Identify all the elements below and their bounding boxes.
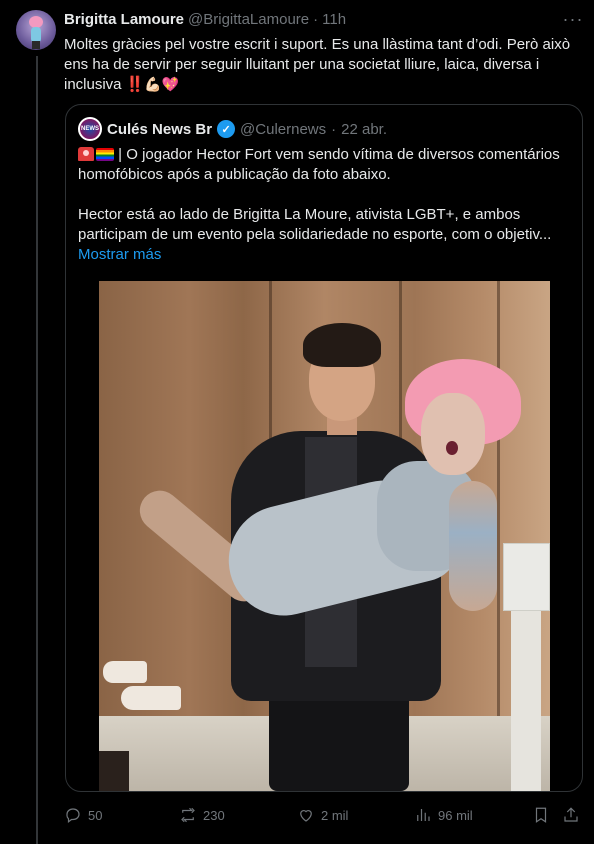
double-exclamation-emoji: ‼️ [125,76,145,93]
quoted-post-time: 22 abr. [341,120,388,138]
avatar-figure-legs [32,41,40,49]
photo-woman-mouth [446,441,458,455]
post-time[interactable]: 11h [322,11,346,28]
quoted-paragraph-2: Hector está ao lado de Brigitta La Moure… [78,206,552,243]
author-name[interactable]: Brigitta Lamoure [64,11,184,28]
like-count: 2 mil [321,807,349,823]
photo-shoe [103,661,147,683]
author-handle[interactable]: @BrigittaLamoure [188,11,309,28]
photo-woman-face [421,393,485,475]
sparkling-heart-emoji: 💖 [161,76,180,92]
quoted-separator: · [331,120,337,138]
share-button[interactable] [562,802,580,828]
repost-icon [179,806,197,824]
heart-icon [297,806,315,824]
quoted-post[interactable]: NEWS Culés News Br ✓ @Culernews · 22 abr… [65,104,583,792]
rainbow-flag-emoji [96,148,114,161]
repost-count: 230 [203,807,225,823]
quoted-author-handle: @Culernews [240,120,327,138]
reply-count: 50 [88,807,103,823]
post-text: Moltes gràcies pel vostre escrit i supor… [64,35,584,95]
repost-button[interactable]: 230 [179,802,225,828]
show-more-link[interactable]: Mostrar más [78,246,161,263]
views-count: 96 mil [438,807,473,823]
thread-line [36,56,38,844]
siren-emoji [78,147,94,161]
views-icon [414,806,432,824]
photo-man-hair [303,323,381,367]
quoted-paragraph-1: | O jogador Hector Fort vem sendo vítima… [78,146,560,183]
header-separator: · [313,11,319,28]
photo-shoe [121,686,181,710]
photo-dark-corner [99,751,129,791]
flexed-arm-emoji: 💪🏻 [144,76,162,92]
bookmark-button[interactable] [532,802,550,828]
quoted-post-photo[interactable] [99,281,550,791]
like-button[interactable]: 2 mil [297,802,348,828]
photo-paper-stand [503,543,550,611]
author-avatar[interactable] [16,10,56,50]
quoted-author-name[interactable]: Culés News Br [107,121,212,138]
bookmark-icon [532,806,550,824]
quoted-post-text: | O jogador Hector Fort vem sendo vítima… [78,145,572,265]
post-actions-bar: 50 230 2 mil 96 mil [64,802,584,828]
post-header: Brigitta Lamoure @BrigittaLamoure · 11h [64,11,346,28]
verified-badge-icon: ✓ [217,120,236,138]
reply-icon [64,806,82,824]
photo-woman-arm [449,481,497,611]
more-options-icon[interactable]: ··· [562,8,584,30]
quoted-author-avatar[interactable]: NEWS [78,117,102,141]
views-button[interactable]: 96 mil [414,802,473,828]
wall-panel-seam [497,281,500,791]
reply-button[interactable]: 50 [64,802,102,828]
photo-stand-base [511,611,541,791]
quoted-post-header: NEWS Culés News Br ✓ @Culernews · 22 abr… [78,117,387,141]
share-icon [562,806,580,824]
